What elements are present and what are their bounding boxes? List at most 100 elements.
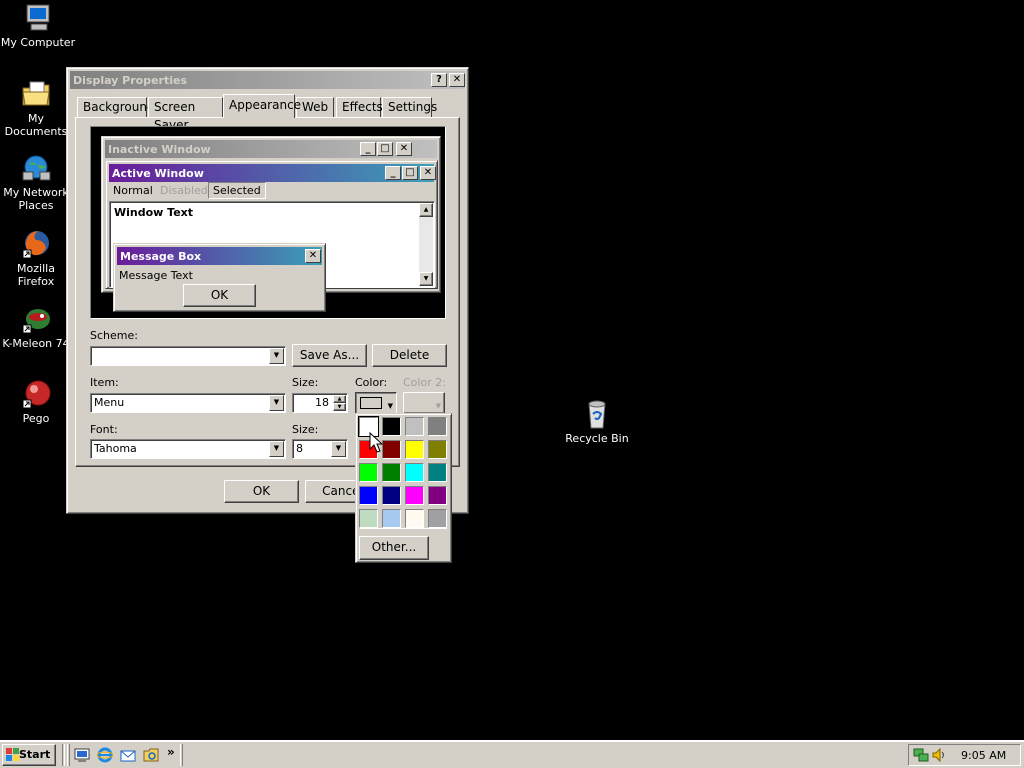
desktop-icon-network[interactable]: My Network Places xyxy=(0,152,74,212)
maximize-icon: □ xyxy=(402,166,418,180)
dialog-title: Display Properties xyxy=(73,73,188,87)
preview-msgbox-text: Message Text xyxy=(119,269,193,282)
preview-msgbox-title: Message Box xyxy=(120,249,202,263)
desktop-icon-label: K-Meleon 74 xyxy=(2,337,70,350)
computer-icon xyxy=(26,4,50,31)
spin-up-icon[interactable]: ▲ xyxy=(333,395,346,403)
preview-scrollbar: ▲ ▼ xyxy=(419,203,433,286)
preview-message-box: Message Box ✕ Message Text OK xyxy=(113,243,326,312)
scroll-down-icon: ▼ xyxy=(419,272,433,286)
preview-window-text: Window Text xyxy=(114,206,194,219)
desktop-icon-pego[interactable]: Pego xyxy=(0,378,74,425)
item-dropdown[interactable]: Menu ▼ xyxy=(90,393,286,413)
desktop-icon-label: My Network Places xyxy=(3,186,69,212)
desktop-icon-recycle-bin[interactable]: Recycle Bin xyxy=(559,398,635,445)
item-size-value: 18 xyxy=(315,396,329,409)
close-button[interactable]: ✕ xyxy=(449,73,465,87)
item-size-label: Size: xyxy=(292,376,319,389)
color-swatch[interactable] xyxy=(382,440,401,459)
color-swatch[interactable] xyxy=(428,417,447,436)
taskbar-grip[interactable] xyxy=(180,744,183,766)
item-label: Item: xyxy=(90,376,119,389)
taskbar: Start » 9:05 AM xyxy=(0,740,1024,768)
color-swatch[interactable] xyxy=(359,463,378,482)
tab-screen-saver[interactable]: Screen Saver xyxy=(148,97,223,132)
start-button[interactable]: Start xyxy=(2,744,56,766)
color-swatch[interactable] xyxy=(405,417,424,436)
desktop-icon-kmeleon[interactable]: K-Meleon 74 xyxy=(0,303,74,350)
scheme-label: Scheme: xyxy=(90,329,138,342)
font-size-label: Size: xyxy=(292,423,319,436)
color-swatch[interactable] xyxy=(405,463,424,482)
outlook-icon[interactable] xyxy=(120,747,136,763)
desktop-icon-label: My Computer xyxy=(0,36,76,49)
desktop-icon[interactable] xyxy=(74,747,90,763)
firefox-icon xyxy=(22,231,49,259)
color-swatch[interactable] xyxy=(405,509,424,528)
color-swatch[interactable] xyxy=(405,440,424,459)
tab-web[interactable]: Web xyxy=(296,97,334,117)
preview-ok-button: OK xyxy=(183,284,256,307)
ok-button[interactable]: OK xyxy=(224,480,299,503)
color-swatch[interactable] xyxy=(428,486,447,505)
clock[interactable]: 9:05 AM xyxy=(961,749,1006,762)
ie-icon[interactable] xyxy=(97,747,113,763)
chevron-down-icon[interactable]: ▼ xyxy=(331,441,346,457)
tab-background[interactable]: Background xyxy=(77,97,155,117)
desktop-icon-firefox[interactable]: Mozilla Firefox xyxy=(0,228,74,288)
divider xyxy=(360,528,447,529)
desktop-icon-label: My Documents xyxy=(4,112,68,138)
color2-label: Color 2: xyxy=(403,376,446,389)
color-swatch[interactable] xyxy=(428,440,447,459)
font-dropdown[interactable]: Tahoma ▼ xyxy=(90,439,286,459)
network-tray-icon[interactable] xyxy=(913,747,929,763)
other-colors-button[interactable]: Other... xyxy=(359,536,429,560)
color-button[interactable]: ▼ xyxy=(355,392,397,414)
explorer-icon[interactable] xyxy=(143,747,159,763)
quick-launch-grip[interactable] xyxy=(67,744,70,766)
preview-msgbox-title-bar: Message Box xyxy=(117,247,322,265)
save-as-button[interactable]: Save As... xyxy=(292,344,367,367)
color-swatch[interactable] xyxy=(405,486,424,505)
quick-launch-chevron[interactable]: » xyxy=(167,745,175,759)
preview-menu-selected: Selected xyxy=(208,182,266,199)
item-size-input[interactable]: 18 ▲ ▼ xyxy=(292,393,348,413)
desktop-icon-label: Recycle Bin xyxy=(565,432,629,445)
delete-button[interactable]: Delete xyxy=(372,344,447,367)
chevron-down-icon[interactable]: ▼ xyxy=(269,348,284,364)
font-label: Font: xyxy=(90,423,118,436)
size-spinner[interactable]: ▲ ▼ xyxy=(333,395,346,411)
volume-icon[interactable] xyxy=(931,747,947,763)
color-swatch[interactable] xyxy=(359,509,378,528)
color-swatch[interactable] xyxy=(428,509,447,528)
tab-settings[interactable]: Settings xyxy=(382,97,437,117)
color-swatch[interactable] xyxy=(382,417,401,436)
tab-effects[interactable]: Effects xyxy=(336,97,383,117)
chevron-down-icon[interactable]: ▼ xyxy=(269,395,284,411)
pego-icon xyxy=(22,380,51,409)
desktop-icon-label: Pego xyxy=(22,412,50,425)
color-swatch[interactable] xyxy=(359,486,378,505)
chevron-down-icon[interactable]: ▼ xyxy=(269,441,284,457)
color-label: Color: xyxy=(355,376,388,389)
maximize-icon: □ xyxy=(377,142,393,156)
mouse-cursor-icon xyxy=(369,432,383,453)
font-value: Tahoma xyxy=(94,442,137,455)
color-swatch[interactable] xyxy=(382,486,401,505)
scroll-up-icon: ▲ xyxy=(419,203,433,217)
start-label: Start xyxy=(19,748,51,761)
spin-down-icon[interactable]: ▼ xyxy=(333,403,346,411)
help-button[interactable]: ? xyxy=(431,73,447,87)
preview-active-title: Active Window xyxy=(112,166,204,180)
color-swatch[interactable] xyxy=(382,463,401,482)
desktop-icon-my-documents[interactable]: My Documents xyxy=(0,78,74,138)
desktop-icon-my-computer[interactable]: My Computer xyxy=(0,2,76,49)
scheme-dropdown[interactable]: ▼ xyxy=(90,346,286,366)
close-icon: ✕ xyxy=(396,142,412,156)
desktop-icon-label: Mozilla Firefox xyxy=(17,262,55,288)
color-swatch[interactable] xyxy=(428,463,447,482)
color-swatch[interactable] xyxy=(382,509,401,528)
dialog-title-bar[interactable]: Display Properties xyxy=(70,71,465,89)
tab-appearance[interactable]: Appearance xyxy=(223,94,301,118)
font-size-dropdown[interactable]: 8 ▼ xyxy=(292,439,348,459)
